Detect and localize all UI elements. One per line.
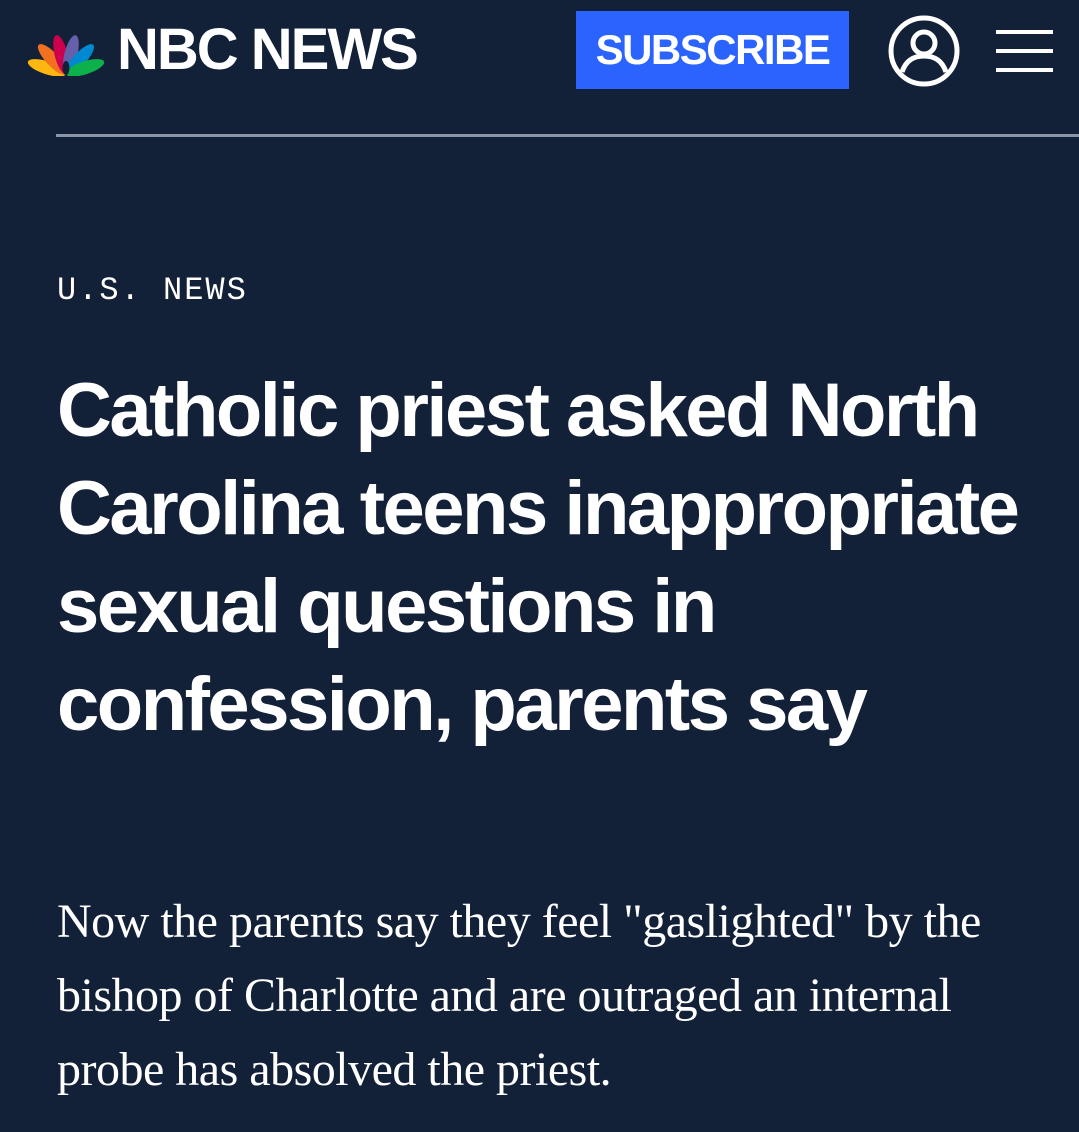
header-divider — [56, 134, 1079, 137]
nbc-news-logo[interactable]: NBC NEWS — [27, 17, 419, 82]
hamburger-menu-icon[interactable] — [996, 28, 1053, 74]
logo-wordmark: NBC NEWS — [117, 17, 419, 82]
user-circle-icon[interactable] — [887, 14, 961, 88]
subscribe-button[interactable]: SUBSCRIBE — [576, 11, 849, 89]
section-label[interactable]: U.S. NEWS — [57, 272, 248, 309]
article-headline: Catholic priest asked North Carolina tee… — [57, 368, 1020, 747]
nbc-peacock-icon — [27, 35, 105, 76]
article-dek: Now the parents say they feel "gaslighte… — [57, 895, 981, 1096]
site-header: NBC NEWS SUBSCRIBE — [0, 0, 1079, 136]
